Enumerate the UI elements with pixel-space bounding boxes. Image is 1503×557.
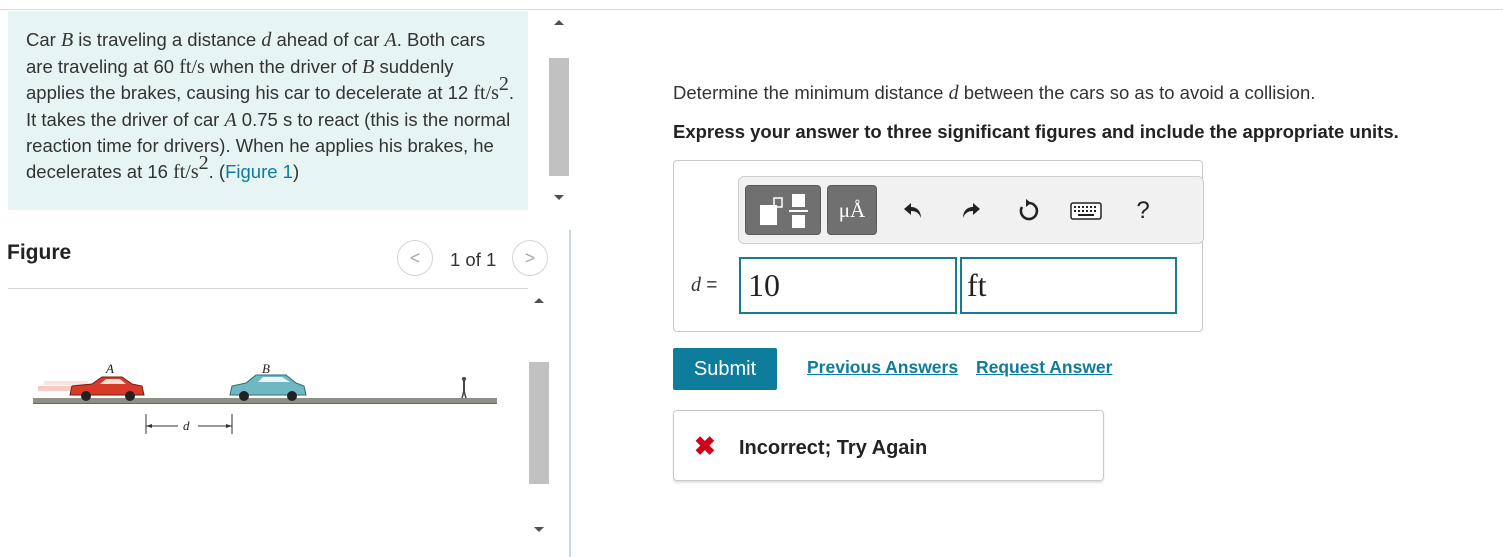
chevron-left-icon: < — [409, 247, 421, 268]
math-var: A — [384, 29, 397, 51]
problem-text: ahead of car — [271, 29, 385, 50]
fraction-template-icon — [760, 194, 808, 228]
question-text: between the cars so as to avoid a collis… — [958, 82, 1316, 103]
math-var: B — [362, 55, 375, 78]
templates-button[interactable] — [745, 185, 821, 235]
request-answer-link[interactable]: Request Answer — [976, 357, 1112, 378]
road-edge — [33, 403, 497, 404]
math-unit: ft/s — [179, 55, 205, 78]
math-exponent: 2 — [498, 73, 509, 96]
scroll-up-arrow-icon[interactable] — [534, 298, 544, 303]
car-a-label: A — [105, 361, 114, 376]
math-var: B — [60, 29, 74, 51]
figure-page-count: 1 of 1 — [450, 249, 497, 270]
error-x-icon: ✖ — [694, 431, 716, 461]
math-var: d — [261, 29, 272, 51]
undo-button[interactable] — [896, 193, 930, 229]
panel-divider — [569, 230, 571, 557]
figure-title: Figure — [7, 241, 72, 264]
figure-divider — [8, 288, 528, 289]
figure-link[interactable]: Figure 1 — [225, 161, 293, 182]
car-b-wheel — [239, 391, 249, 401]
problem-text: ) — [292, 160, 300, 182]
help-icon: ? — [1136, 197, 1150, 224]
math-toolbar: μÅ ? — [738, 176, 1204, 244]
road — [33, 398, 497, 403]
previous-answers-link[interactable]: Previous Answers — [807, 357, 958, 378]
scroll-thumb[interactable] — [529, 362, 549, 484]
problem-panel: Car B is traveling a distance d ahead of… — [8, 11, 528, 210]
problem-scrollbar[interactable] — [548, 11, 570, 210]
problem-text: Car — [26, 29, 61, 50]
feedback-panel: ✖ Incorrect; Try Again — [673, 410, 1104, 481]
feedback-message: Incorrect; Try Again — [739, 437, 928, 459]
question-prompt: Determine the minimum distance d between… — [673, 82, 1315, 105]
motion-streak — [44, 381, 88, 385]
answer-panel: μÅ ? d = 10 ft — [673, 160, 1204, 332]
help-button[interactable]: ? — [1126, 193, 1160, 229]
keyboard-button[interactable] — [1069, 193, 1103, 229]
reset-icon — [1019, 199, 1039, 221]
redo-icon — [963, 203, 980, 218]
math-var: d — [691, 274, 701, 296]
car-a-wheel — [125, 391, 135, 401]
answer-unit-input[interactable]: ft — [960, 257, 1177, 314]
question-text: Determine the minimum distance — [673, 82, 949, 103]
car-b-wheel — [287, 391, 297, 401]
answer-var-label: d = — [691, 274, 717, 297]
answer-value-input[interactable]: 10 — [739, 257, 957, 314]
units-button[interactable]: μÅ — [827, 185, 877, 235]
redo-button[interactable] — [954, 193, 988, 229]
figure-illustration: A B d — [33, 361, 497, 434]
reset-button[interactable] — [1012, 193, 1046, 229]
problem-text: when the driver of — [204, 55, 363, 77]
car-b-label: B — [262, 361, 270, 376]
equals-sign: = — [706, 275, 718, 296]
chevron-right-icon: > — [524, 247, 536, 268]
car-a-wheel — [81, 391, 91, 401]
math-exponent: 2 — [198, 151, 209, 174]
scroll-down-arrow-icon[interactable] — [554, 195, 564, 200]
figure-scrollbar[interactable] — [528, 290, 550, 540]
math-var: A — [224, 108, 237, 131]
prev-figure-button[interactable]: < — [397, 240, 433, 276]
problem-statement: Car B is traveling a distance d ahead of… — [26, 27, 516, 186]
car-a — [69, 376, 145, 401]
problem-text: . ( — [208, 160, 226, 182]
problem-text: is traveling a distance — [73, 29, 262, 50]
top-divider — [0, 9, 1503, 10]
undo-icon — [904, 203, 921, 218]
scroll-down-arrow-icon[interactable] — [534, 527, 544, 532]
math-unit: ft/s — [173, 160, 199, 183]
units-icon: μÅ — [838, 197, 866, 222]
scroll-thumb[interactable] — [549, 58, 569, 176]
keyboard-icon — [1070, 202, 1102, 220]
math-unit: ft/s — [473, 82, 499, 105]
math-var: d — [948, 82, 959, 104]
distance-label: d — [183, 418, 190, 433]
answer-instruction: Express your answer to three significant… — [673, 121, 1399, 142]
next-figure-button[interactable]: > — [512, 240, 548, 276]
car-b — [229, 374, 307, 401]
scroll-up-arrow-icon[interactable] — [554, 20, 564, 25]
pedestrian — [461, 377, 467, 399]
submit-button[interactable]: Submit — [673, 348, 777, 390]
